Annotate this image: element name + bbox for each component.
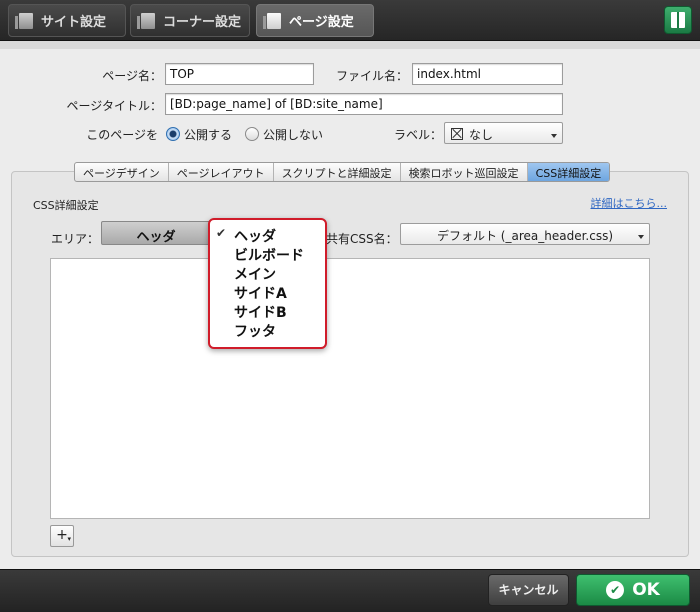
document-icon <box>263 12 281 29</box>
tab-script-settings[interactable]: スクリプトと詳細設定 <box>274 163 401 181</box>
toolbar-divider <box>0 41 700 49</box>
add-button-label: + <box>56 527 68 543</box>
file-name-input[interactable]: index.html <box>412 63 563 85</box>
page-name-input[interactable]: TOP <box>165 63 314 85</box>
tab-corner-settings-label: コーナー設定 <box>163 15 242 30</box>
sub-tab-bar: ページデザイン ページレイアウト スクリプトと詳細設定 検索ロボット巡回設定 C… <box>74 162 611 182</box>
area-select[interactable]: ヘッダ <box>101 221 211 245</box>
dropdown-item-side-a[interactable]: サイドA <box>234 283 287 303</box>
add-button[interactable]: + ▾ <box>50 525 74 547</box>
page-name-label: ページ名： <box>102 69 162 83</box>
chevron-down-icon <box>551 134 557 138</box>
publish-radio-label: 公開する <box>184 128 233 142</box>
page-title-input[interactable]: [BD:page_name] of [BD:site_name] <box>165 93 563 115</box>
dropdown-item-billboard[interactable]: ビルボード <box>234 245 304 265</box>
book-icon <box>671 12 685 28</box>
tab-css-settings[interactable]: CSS詳細設定 <box>527 163 610 181</box>
area-dropdown-menu: ✔ ヘッダ ビルボード メイン サイドA サイドB フッタ <box>208 218 327 349</box>
tab-page-settings[interactable]: ページ設定 <box>256 4 374 37</box>
page-title-label: ページタイトル： <box>66 99 162 113</box>
ok-button[interactable]: ✔ OK <box>576 574 690 606</box>
shared-css-label: 共有CSS名： <box>326 232 398 246</box>
help-button[interactable] <box>664 6 692 34</box>
unpublish-radio[interactable] <box>245 127 259 141</box>
unpublish-radio-label: 公開しない <box>263 128 324 142</box>
top-toolbar: サイト設定 コーナー設定 ページ設定 <box>0 0 700 41</box>
tab-corner-settings[interactable]: コーナー設定 <box>130 4 250 37</box>
tab-page-design[interactable]: ページデザイン <box>75 163 169 181</box>
dropdown-item-main[interactable]: メイン <box>234 264 276 284</box>
css-editor[interactable] <box>50 258 650 519</box>
chevron-down-icon <box>638 235 644 239</box>
dropdown-item-header[interactable]: ヘッダ <box>234 226 276 246</box>
dropdown-item-side-b[interactable]: サイドB <box>234 302 287 322</box>
detail-link[interactable]: 詳細はこちら... <box>591 195 668 211</box>
label-select[interactable]: なし <box>444 122 563 144</box>
area-label: エリア： <box>51 232 100 246</box>
document-icon <box>15 12 33 29</box>
tab-site-settings-label: サイト設定 <box>41 15 107 30</box>
file-name-label: ファイル名： <box>335 69 408 83</box>
ok-button-label: OK <box>632 580 660 600</box>
publish-label: このページを <box>86 128 158 142</box>
label-select-value: なし <box>469 128 494 142</box>
dropdown-item-footer[interactable]: フッタ <box>234 321 276 341</box>
checkmark-icon: ✔ <box>216 226 227 240</box>
shared-css-select[interactable]: デフォルト (_area_header.css) <box>400 223 650 245</box>
document-icon <box>137 12 155 29</box>
check-circle-icon: ✔ <box>606 581 625 599</box>
section-title: CSS詳細設定 <box>33 199 99 212</box>
tab-site-settings[interactable]: サイト設定 <box>8 4 126 37</box>
x-box-icon <box>451 128 463 140</box>
tab-robot-settings[interactable]: 検索ロボット巡回設定 <box>401 163 528 181</box>
publish-radio[interactable] <box>166 127 180 141</box>
tab-page-settings-label: ページ設定 <box>289 15 354 30</box>
shared-css-value: デフォルト (_area_header.css) <box>436 229 614 243</box>
label-label: ラベル： <box>393 128 442 142</box>
cancel-button[interactable]: キャンセル <box>488 574 569 606</box>
tab-page-layout[interactable]: ページレイアウト <box>169 163 274 181</box>
small-arrow-icon: ▾ <box>67 535 71 543</box>
